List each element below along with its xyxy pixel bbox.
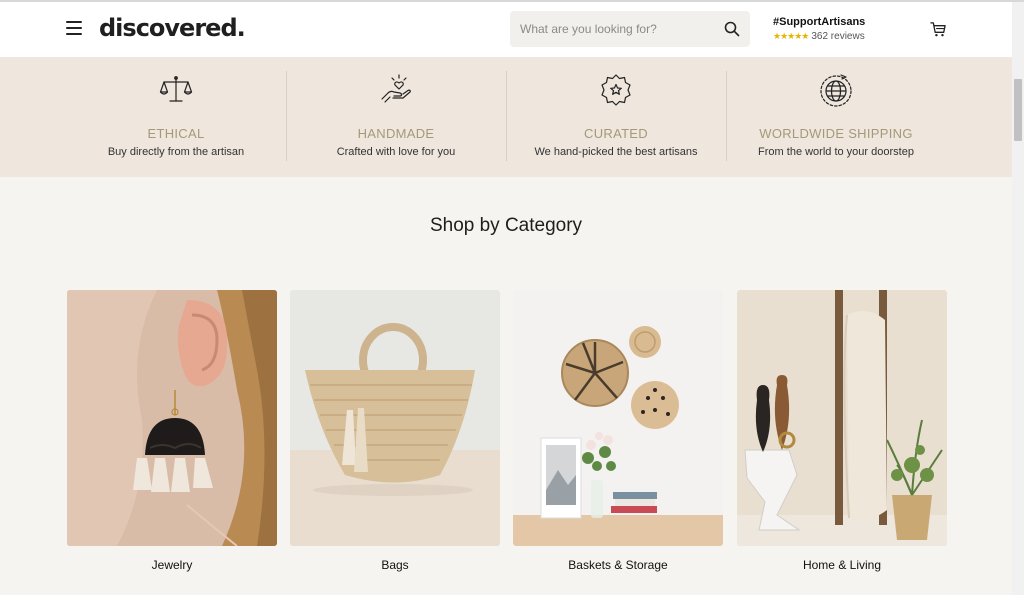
hand-heart-icon [381,74,411,103]
support-artisans-badge[interactable]: #SupportArtisans ★★★★★ 362 reviews [773,16,865,42]
support-tag: #SupportArtisans [773,16,866,28]
search-icon[interactable] [724,21,740,37]
feature-curated: CURATED We hand-picked the best artisans [506,57,726,177]
page-scrollbar[interactable] [1012,2,1024,595]
category-label[interactable]: Jewelry [67,558,277,572]
feature-description: Buy directly from the artisan [107,146,245,158]
feature-description: From the world to your doorstep [758,146,914,158]
feature-title: WORLDWIDE SHIPPING [759,126,913,141]
category-image-home-living[interactable] [737,290,947,546]
category-image-jewelry[interactable] [67,290,277,546]
feature-title: ETHICAL [147,126,205,141]
category-label[interactable]: Baskets & Storage [513,558,723,572]
feature-worldwide-shipping: WORLDWIDE SHIPPING From the world to you… [726,57,946,177]
category-card-jewelry[interactable]: Jewelry [67,290,277,572]
search-input[interactable] [510,11,710,47]
category-card-baskets-storage[interactable]: Baskets & Storage [513,290,723,572]
category-label[interactable]: Bags [290,558,500,572]
scales-icon [159,76,193,102]
star-badge-icon [601,74,631,106]
feature-handmade: HANDMADE Crafted with love for you [286,57,506,177]
search-bar [510,11,750,47]
reviews-count: 362 reviews [811,31,865,42]
category-image-bags[interactable] [290,290,500,546]
rating-stars-icon: ★★★★★ [773,31,809,41]
hamburger-menu-icon[interactable] [66,21,82,35]
rating-summary: ★★★★★ 362 reviews [773,31,865,42]
feature-description: Crafted with love for you [336,146,456,158]
site-header: discovered. #SupportArtisans ★★★★★ 362 r… [0,2,1012,57]
category-card-bags[interactable]: Bags [290,290,500,572]
shopping-cart-icon[interactable] [930,21,947,38]
category-image-baskets-storage[interactable] [513,290,723,546]
feature-title: CURATED [584,126,648,141]
globe-icon [820,74,852,107]
category-label[interactable]: Home & Living [737,558,947,572]
features-band: ETHICAL Buy directly from the artisan HA… [0,57,1012,177]
feature-title: HANDMADE [357,126,435,141]
site-logo[interactable]: discovered. [99,14,246,42]
category-card-home-living[interactable]: Home & Living [737,290,947,572]
feature-ethical: ETHICAL Buy directly from the artisan [66,57,286,177]
section-title: Shop by Category [429,215,583,236]
feature-description: We hand-picked the best artisans [534,146,698,158]
scrollbar-thumb[interactable] [1014,79,1022,141]
